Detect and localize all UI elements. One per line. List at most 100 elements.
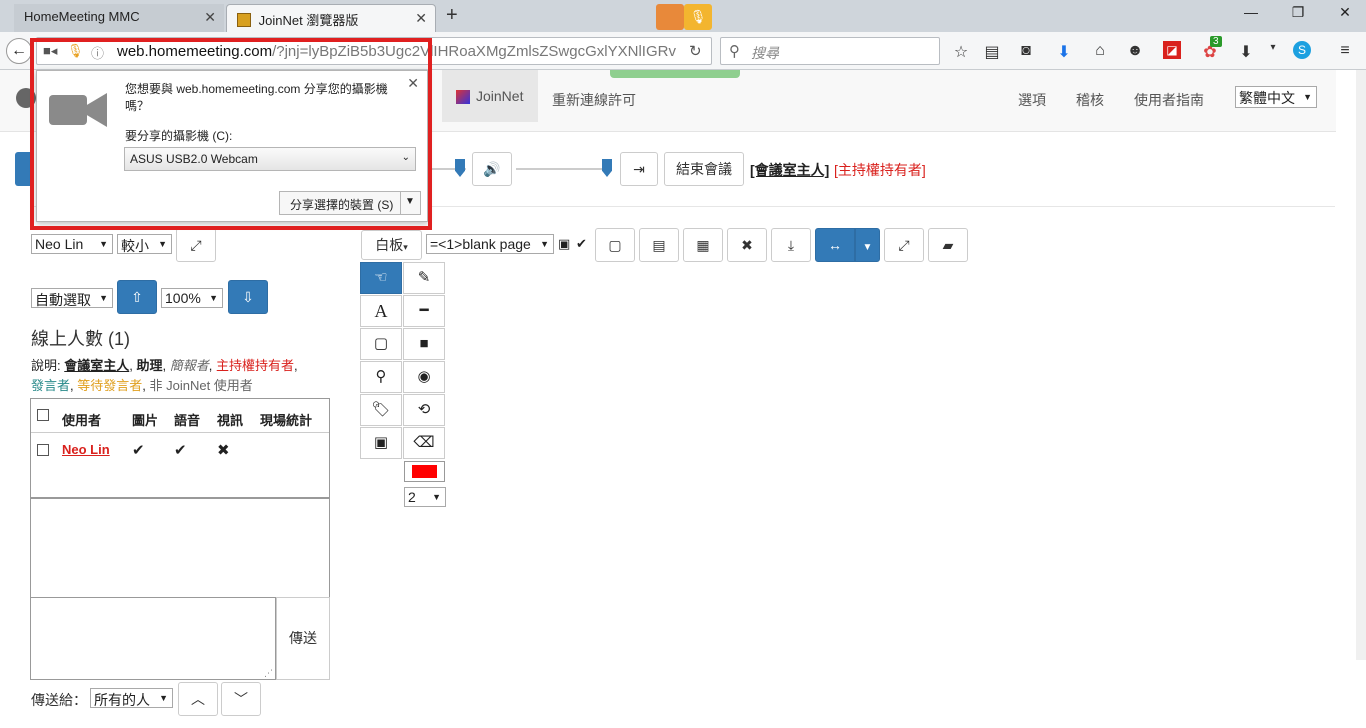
send-to-select[interactable]: 所有的人 ▼	[90, 688, 173, 708]
check-circle-icon[interactable]: ✔	[576, 236, 587, 252]
close-tab-icon[interactable]: ✕	[415, 10, 427, 27]
image-icon[interactable]: ▣	[558, 236, 570, 252]
favicon-icon	[237, 13, 251, 27]
exit-button[interactable]: ⇥	[620, 152, 658, 186]
volume-thumb-left[interactable]	[455, 159, 465, 177]
video-x-icon: ✖	[217, 442, 230, 459]
zoom-tool[interactable]: ⚲	[360, 361, 402, 393]
arrow-down-circle-icon: ⇩	[242, 289, 254, 305]
text-tool[interactable]: A	[360, 295, 402, 327]
legend-owner: 會議室主人	[64, 358, 130, 373]
close-icon: ✖	[741, 237, 753, 253]
language-select[interactable]: 繁體中文 ▼	[1235, 86, 1317, 108]
scroll-down-button[interactable]: ﹀	[221, 682, 261, 716]
home-icon[interactable]: ⌂	[1090, 42, 1110, 60]
whiteboard-mode-button[interactable]: 白板▾	[361, 230, 422, 260]
image-tool[interactable]: ▣	[360, 427, 402, 459]
video-size-select[interactable]: 較小 ▼	[117, 234, 172, 254]
stop-button[interactable]: ▢	[595, 228, 635, 262]
circle-dot-icon: ◉	[417, 368, 431, 385]
pen-color-swatch[interactable]	[404, 461, 445, 482]
eraser-tool[interactable]: ⌫	[403, 427, 445, 459]
chat-input[interactable]: ⋰	[30, 597, 276, 680]
speaker-icon: 🔊	[483, 161, 501, 177]
download-icon[interactable]: ⬇	[1054, 42, 1074, 62]
scroll-up-button[interactable]: ︿	[178, 682, 218, 716]
clear-button[interactable]: ✖	[727, 228, 767, 262]
pencil-tool[interactable]: ✎	[403, 262, 445, 294]
video-user-select[interactable]: Neo Lin ▼	[31, 234, 113, 254]
fullscreen-video-button[interactable]: ⤢	[176, 228, 216, 262]
table-header: 使用者 圖片 語音 視訊 現場統計	[31, 399, 329, 433]
end-meeting-button[interactable]: 結束會議	[664, 152, 744, 186]
skype-icon[interactable]: S	[1293, 41, 1311, 59]
resize-handle-icon[interactable]: ⋰	[264, 668, 273, 679]
restore-icon[interactable]: ❐	[1283, 4, 1313, 21]
new-tab-button[interactable]: +	[446, 4, 458, 27]
emoji-icon[interactable]: ☻	[1125, 42, 1145, 60]
chat-log[interactable]	[30, 498, 330, 598]
overflow-chevron-icon[interactable]: ▾	[1263, 42, 1283, 53]
select-all-checkbox[interactable]	[37, 409, 49, 421]
arrow-up-circle-icon: ⇧	[131, 289, 143, 305]
close-window-icon[interactable]: ✕	[1330, 4, 1360, 21]
download-button[interactable]: ⇩	[228, 280, 268, 314]
fit-dropdown-button[interactable]: ▼	[855, 228, 880, 262]
upload-button[interactable]: ⇧	[117, 280, 157, 314]
tab-joinnet[interactable]: JoinNet 瀏覽器版 ✕	[226, 4, 436, 32]
caret-down-icon: ▼	[862, 242, 873, 253]
color-fill	[412, 465, 437, 478]
save-button[interactable]: ▦	[683, 228, 723, 262]
rotate-tool[interactable]: ⟲	[403, 394, 445, 426]
filled-rectangle-tool[interactable]: ■	[403, 328, 445, 360]
text-icon: A	[374, 301, 388, 321]
pocket-icon[interactable]: ◙	[1016, 42, 1036, 60]
minimize-icon[interactable]: —	[1236, 4, 1266, 20]
open-folder-button[interactable]: ▰	[928, 228, 968, 262]
fullscreen-whiteboard-button[interactable]: ⤢	[884, 228, 924, 262]
highlight-frame	[30, 38, 432, 230]
back-icon[interactable]: ←	[6, 38, 32, 64]
user-table: 使用者 圖片 語音 視訊 現場統計 Neo Lin ✔ ✔ ✖	[30, 398, 330, 498]
reload-icon[interactable]: ↻	[689, 42, 702, 60]
chevron-down-icon: ﹀	[234, 691, 248, 707]
reading-list-icon[interactable]: ▤	[982, 42, 1002, 62]
page-select[interactable]: =<1>blank page ▼	[426, 234, 554, 254]
audit-link[interactable]: 稽核	[1076, 90, 1104, 110]
row-user-name[interactable]: Neo Lin	[62, 442, 110, 457]
user-guide-link[interactable]: 使用者指南	[1134, 90, 1204, 110]
menu-icon[interactable]: ≡	[1335, 42, 1355, 60]
rectangle-tool[interactable]: ▢	[360, 328, 402, 360]
pointer-tool[interactable]: ☜	[360, 262, 402, 294]
volume-thumb[interactable]	[602, 159, 612, 177]
bookmark-star-icon[interactable]: ☆	[951, 42, 971, 62]
pencil-icon: ✎	[417, 269, 431, 286]
send-button[interactable]: 傳送	[276, 597, 330, 680]
volume-track[interactable]	[516, 168, 612, 170]
zoom-select[interactable]: 100% ▼	[161, 288, 223, 308]
tags-icon: 🏷	[371, 401, 391, 418]
list-button[interactable]: ▤	[639, 228, 679, 262]
host-label: [主持權持有者]	[834, 162, 926, 178]
fit-width-button[interactable]: ↔	[815, 228, 855, 262]
pen-width-select[interactable]: 2 ▼	[404, 487, 446, 507]
download-page-button[interactable]: ⤓	[771, 228, 811, 262]
scrollbar[interactable]	[1356, 70, 1366, 660]
speaker-button[interactable]: 🔊	[472, 152, 512, 186]
line-tool[interactable]: ━	[403, 295, 445, 327]
microphone-icon[interactable]: 🎙	[684, 4, 712, 30]
legend-prefix: 說明:	[31, 358, 65, 373]
auto-select[interactable]: 自動選取 ▼	[31, 288, 113, 308]
joinnet-nav-active[interactable]: JoinNet	[442, 70, 538, 122]
download-manager-icon[interactable]: ⬇	[1236, 42, 1256, 62]
chevron-up-icon: ︿	[191, 691, 205, 707]
close-tab-icon[interactable]: ✕	[204, 9, 216, 26]
tag-tool[interactable]: 🏷	[360, 394, 402, 426]
circle-tool[interactable]: ◉	[403, 361, 445, 393]
search-bar[interactable]: ⚲ 搜尋	[720, 37, 940, 65]
tab-homemeeting[interactable]: HomeMeeting MMC ✕	[14, 4, 224, 32]
reconnect-link[interactable]: 重新連線許可	[552, 90, 636, 110]
row-checkbox[interactable]	[37, 444, 49, 456]
adobe-icon[interactable]: ◪	[1163, 41, 1181, 59]
options-link[interactable]: 選項	[1018, 90, 1046, 110]
